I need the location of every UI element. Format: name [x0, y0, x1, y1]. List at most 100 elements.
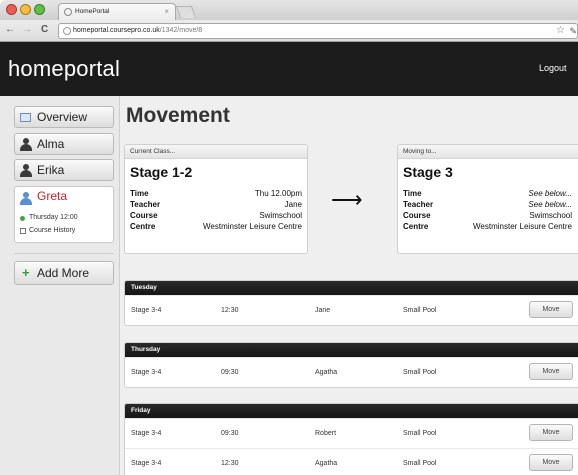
site-logo[interactable]: homeportal	[8, 56, 120, 82]
add-more-button[interactable]: + Add More	[14, 261, 114, 285]
class-row: Stage 3-4 12:30 Agatha Small Pool Move	[125, 448, 578, 475]
class-teacher: Agatha	[315, 460, 338, 467]
selected-member-name: Greta	[37, 189, 68, 203]
back-arrow-icon[interactable]: ←	[5, 23, 15, 37]
detail-row: Time Thu 12.00pm	[125, 188, 307, 199]
day-heading: Thursday	[125, 343, 578, 357]
detail-key: Teacher	[403, 200, 434, 209]
detail-key: Centre	[403, 222, 429, 231]
add-more-label: Add More	[37, 266, 90, 280]
new-tab-button[interactable]	[175, 6, 197, 18]
day-group-friday: Friday Stage 3-4 09:30 Robert Small Pool…	[124, 403, 578, 475]
detail-row: Teacher Jane	[125, 199, 307, 210]
sidebar-item-label: Alma	[37, 137, 65, 151]
active-dot-icon	[20, 216, 25, 221]
sidebar-item-label: Overview	[37, 110, 88, 124]
card-stage: Stage 1-2	[130, 164, 193, 180]
next-class-link[interactable]: Thursday 12:00	[20, 214, 78, 221]
detail-key: Time	[130, 189, 149, 198]
day-heading: Friday	[125, 404, 578, 418]
detail-value: Jane	[284, 200, 302, 209]
bookmark-star-icon[interactable]: ☆	[556, 24, 565, 38]
main-content: Movement Current Class... Stage 1-2 Time…	[121, 96, 578, 475]
globe-icon	[63, 27, 71, 35]
detail-value: Swimschool	[259, 211, 302, 220]
detail-value: See below...	[528, 200, 572, 209]
sidebar-divider	[14, 253, 114, 254]
class-time: 12:30	[221, 460, 239, 467]
calendar-icon	[20, 228, 26, 234]
class-pool: Small Pool	[403, 369, 437, 376]
card-heading: Current Class...	[125, 145, 307, 159]
class-stage: Stage 3-4	[131, 369, 162, 376]
url-path: /1342/move/8	[159, 27, 203, 34]
tab-title: HomePortal	[75, 8, 110, 15]
forward-arrow-icon[interactable]: →	[22, 23, 32, 37]
class-pool: Small Pool	[403, 307, 437, 314]
class-time: 09:30	[221, 430, 239, 437]
class-stage: Stage 3-4	[131, 307, 162, 314]
detail-value: Swimschool	[529, 211, 572, 220]
browser-tab[interactable]: HomePortal ×	[58, 3, 176, 20]
browser-toolbar: ← → C homeportal.coursepro.co.uk/1342/mo…	[0, 20, 578, 42]
close-window-button[interactable]	[6, 4, 17, 15]
detail-row: Course Swimschool	[125, 210, 307, 221]
detail-value: Thu 12.00pm	[254, 189, 302, 198]
sidebar-item-erika[interactable]: Erika	[14, 159, 114, 181]
detail-key: Centre	[130, 222, 156, 231]
move-button[interactable]: Move	[529, 363, 573, 380]
current-class-card: Current Class... Stage 1-2 Time Thu 12.00…	[124, 144, 308, 254]
url-host: homeportal.coursepro.co.uk	[73, 27, 160, 34]
sidebar-item-overview[interactable]: Overview	[14, 106, 114, 128]
detail-key: Course	[130, 211, 158, 220]
zoom-window-button[interactable]	[34, 4, 45, 15]
detail-value: See below...	[528, 189, 572, 198]
class-stage: Stage 3-4	[131, 430, 162, 437]
person-icon	[20, 192, 32, 205]
course-history-link[interactable]: Course History	[20, 227, 75, 234]
title-bar: HomePortal ×	[0, 0, 578, 20]
class-teacher: Robert	[315, 430, 337, 437]
tab-close-icon[interactable]: ×	[164, 4, 169, 20]
detail-key: Course	[403, 211, 431, 220]
class-time: 12:30	[221, 307, 239, 314]
moving-to-card: Moving to... Stage 3 Time See below... Te…	[397, 144, 578, 254]
detail-row: Teacher See below...	[398, 199, 578, 210]
site-header: homeportal Logout	[0, 42, 578, 96]
class-teacher: Agatha	[315, 369, 338, 376]
person-icon	[20, 138, 32, 151]
favicon-icon	[64, 8, 72, 16]
sidebar: Overview Alma Erika Greta Thursday 12:00…	[0, 96, 120, 475]
class-time: 09:30	[221, 369, 239, 376]
detail-row: Centre Westminster Leisure Centre	[398, 221, 578, 232]
detail-row: Centre Westminster Leisure Centre	[125, 221, 307, 232]
card-heading: Moving to...	[398, 145, 578, 159]
detail-key: Time	[403, 189, 422, 198]
move-button[interactable]: Move	[529, 454, 573, 471]
move-button[interactable]: Move	[529, 424, 573, 441]
detail-row: Time See below...	[398, 188, 578, 199]
class-row: Stage 3-4 09:30 Agatha Small Pool Move	[125, 357, 578, 387]
logout-link[interactable]: Logout	[539, 63, 567, 73]
sidebar-item-alma[interactable]: Alma	[14, 133, 114, 155]
day-group-tuesday: Tuesday Stage 3-4 12:30 Jane Small Pool …	[124, 280, 578, 326]
browser-window: HomePortal × ← → C homeportal.coursepro.…	[0, 0, 578, 475]
detail-row: Course Swimschool	[398, 210, 578, 221]
plus-icon: +	[22, 265, 30, 280]
minimize-window-button[interactable]	[20, 4, 31, 15]
address-bar[interactable]: homeportal.coursepro.co.uk/1342/move/8 ☆…	[58, 23, 578, 39]
class-row: Stage 3-4 09:30 Robert Small Pool Move	[125, 418, 578, 448]
detail-value: Westminster Leisure Centre	[203, 222, 302, 231]
move-button[interactable]: Move	[529, 301, 573, 318]
class-pool: Small Pool	[403, 430, 437, 437]
person-icon	[20, 164, 32, 177]
course-history-label: Course History	[29, 227, 76, 234]
wrench-icon[interactable]: ✎	[569, 24, 577, 38]
overview-icon	[20, 113, 31, 122]
sidebar-item-greta[interactable]: Greta Thursday 12:00 Course History	[14, 186, 114, 243]
sidebar-item-label: Erika	[37, 163, 65, 177]
detail-value: Westminster Leisure Centre	[473, 222, 572, 231]
class-teacher: Jane	[315, 307, 331, 314]
reload-icon[interactable]: C	[41, 23, 48, 37]
card-stage: Stage 3	[403, 164, 453, 180]
